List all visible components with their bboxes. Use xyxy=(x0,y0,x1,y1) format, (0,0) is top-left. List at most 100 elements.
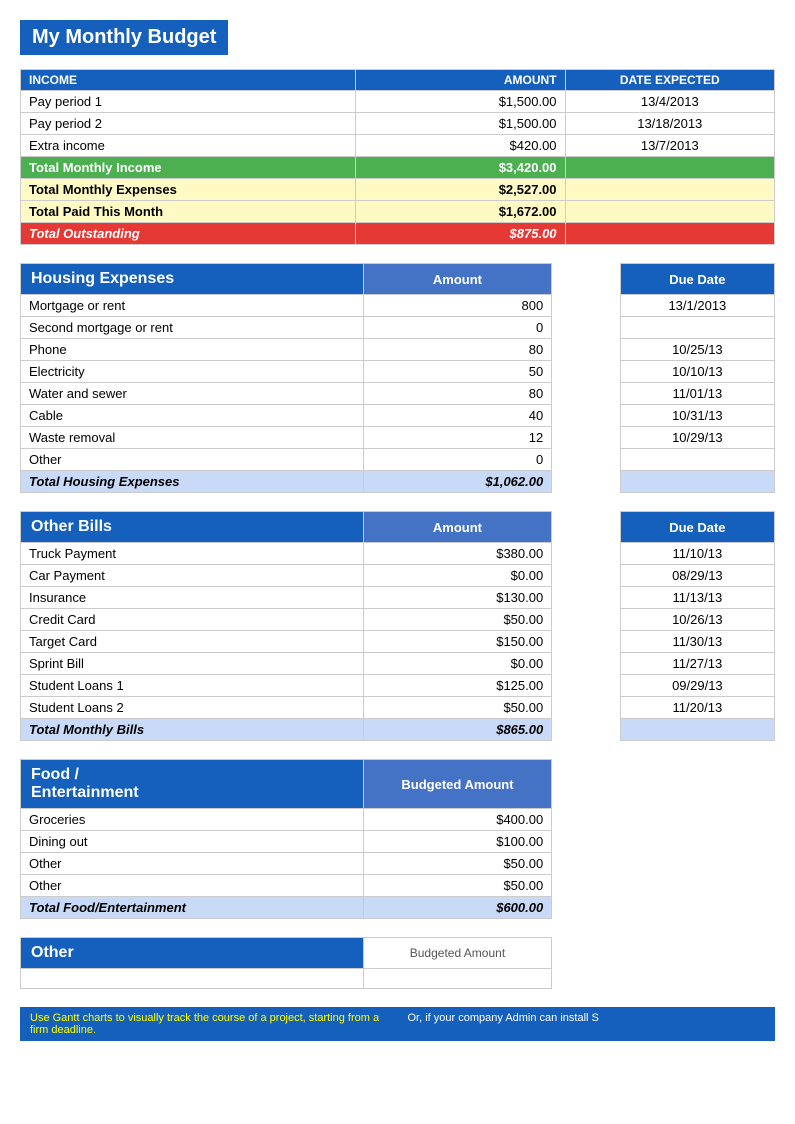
food-row1-amount: $100.00 xyxy=(363,831,552,853)
food-row2-amount: $50.00 xyxy=(363,853,552,875)
housing-row4-date: 11/01/13 xyxy=(620,383,774,405)
income-row2-label: Pay period 2 xyxy=(21,113,356,135)
food-total-gap xyxy=(552,897,775,919)
food-row3-label: Other xyxy=(21,875,364,897)
housing-row7-amount: 0 xyxy=(363,449,552,471)
food-row2-label: Other xyxy=(21,853,364,875)
housing-row5-date: 10/31/13 xyxy=(620,405,774,427)
total-expenses-row: Total Monthly Expenses $2,527.00 xyxy=(21,179,775,201)
bills-row2-date: 11/13/13 xyxy=(620,587,774,609)
bills-row4-amount: $150.00 xyxy=(363,631,552,653)
bills-total-row: Total Monthly Bills $865.00 xyxy=(21,719,775,741)
total-outstanding-empty xyxy=(565,223,774,245)
total-outstanding-row: Total Outstanding $875.00 xyxy=(21,223,775,245)
bills-row-1: Car Payment $0.00 08/29/13 xyxy=(21,565,775,587)
income-col3-header: Date Expected xyxy=(565,70,774,91)
page-title: My Monthly Budget xyxy=(20,20,228,55)
housing-row-5: Cable 40 10/31/13 xyxy=(21,405,775,427)
housing-total-amount: $1,062.00 xyxy=(363,471,552,493)
other-header-row: Other Budgeted Amount xyxy=(21,938,775,969)
housing-title: Housing Expenses xyxy=(21,264,364,295)
bills-title: Other Bills xyxy=(21,512,364,543)
bills-row-5: Sprint Bill $0.00 11/27/13 xyxy=(21,653,775,675)
bills-row3-label: Credit Card xyxy=(21,609,364,631)
housing-total-label: Total Housing Expenses xyxy=(21,471,364,493)
food-row0-gap xyxy=(552,809,775,831)
housing-row-0: Mortgage or rent 800 13/1/2013 xyxy=(21,295,775,317)
bills-row4-label: Target Card xyxy=(21,631,364,653)
housing-total-gap xyxy=(552,471,621,493)
income-row3-date: 13/7/2013 xyxy=(565,135,774,157)
bills-row1-label: Car Payment xyxy=(21,565,364,587)
food-row3-amount: $50.00 xyxy=(363,875,552,897)
other-section-table: Other Budgeted Amount xyxy=(20,937,775,989)
total-paid-label: Total Paid This Month xyxy=(21,201,356,223)
bills-row7-label: Student Loans 2 xyxy=(21,697,364,719)
bills-row5-label: Sprint Bill xyxy=(21,653,364,675)
housing-row0-label: Mortgage or rent xyxy=(21,295,364,317)
housing-row4-amount: 80 xyxy=(363,383,552,405)
other-section-gap xyxy=(552,938,775,969)
bills-amount-header: Amount xyxy=(363,512,552,543)
housing-row5-amount: 40 xyxy=(363,405,552,427)
housing-row5-gap xyxy=(552,405,621,427)
food-row-3: Other $50.00 xyxy=(21,875,775,897)
food-total-row: Total Food/Entertainment $600.00 xyxy=(21,897,775,919)
bills-row3-date: 10/26/13 xyxy=(620,609,774,631)
bills-row-3: Credit Card $50.00 10/26/13 xyxy=(21,609,775,631)
total-outstanding-amount: $875.00 xyxy=(356,223,565,245)
bottom-banner: Use Gantt charts to visually track the c… xyxy=(20,1007,775,1041)
housing-total-row: Total Housing Expenses $1,062.00 xyxy=(21,471,775,493)
bills-row-2: Insurance $130.00 11/13/13 xyxy=(21,587,775,609)
income-row1-date: 13/4/2013 xyxy=(565,91,774,113)
bills-gap xyxy=(552,512,621,543)
income-col1-header: INCOME xyxy=(21,70,356,91)
housing-duedate-header: Due Date xyxy=(620,264,774,295)
total-income-amount: $3,420.00 xyxy=(356,157,565,179)
housing-amount-header: Amount xyxy=(363,264,552,295)
total-paid-amount: $1,672.00 xyxy=(356,201,565,223)
housing-row6-date: 10/29/13 xyxy=(620,427,774,449)
income-row2-amount: $1,500.00 xyxy=(356,113,565,135)
income-row1-amount: $1,500.00 xyxy=(356,91,565,113)
food-row1-label: Dining out xyxy=(21,831,364,853)
food-header-row: Food / Entertainment Budgeted Amount xyxy=(21,760,775,809)
housing-row7-label: Other xyxy=(21,449,364,471)
bills-row0-gap xyxy=(552,543,621,565)
housing-row0-date: 13/1/2013 xyxy=(620,295,774,317)
income-table: INCOME Amount Date Expected Pay period 1… xyxy=(20,69,775,245)
housing-row7-gap xyxy=(552,449,621,471)
food-row-0: Groceries $400.00 xyxy=(21,809,775,831)
bills-row5-date: 11/27/13 xyxy=(620,653,774,675)
housing-row1-gap xyxy=(552,317,621,339)
other-section-empty1 xyxy=(21,969,364,989)
bills-row-7: Student Loans 2 $50.00 11/20/13 xyxy=(21,697,775,719)
other-section-amount-header: Budgeted Amount xyxy=(363,938,552,969)
total-paid-empty xyxy=(565,201,774,223)
bills-row2-gap xyxy=(552,587,621,609)
bills-row3-gap xyxy=(552,609,621,631)
housing-row2-gap xyxy=(552,339,621,361)
housing-row0-gap xyxy=(552,295,621,317)
bills-row1-date: 08/29/13 xyxy=(620,565,774,587)
bills-row2-label: Insurance xyxy=(21,587,364,609)
total-income-empty xyxy=(565,157,774,179)
housing-row-3: Electricity 50 10/10/13 xyxy=(21,361,775,383)
bills-total-date xyxy=(620,719,774,741)
bills-row2-amount: $130.00 xyxy=(363,587,552,609)
food-title: Food / Entertainment xyxy=(21,760,364,809)
bills-row7-gap xyxy=(552,697,621,719)
bills-row0-date: 11/10/13 xyxy=(620,543,774,565)
housing-row4-gap xyxy=(552,383,621,405)
income-header-row: INCOME Amount Date Expected xyxy=(21,70,775,91)
bills-total-gap xyxy=(552,719,621,741)
food-row-1: Dining out $100.00 xyxy=(21,831,775,853)
income-col2-header: Amount xyxy=(356,70,565,91)
housing-row4-label: Water and sewer xyxy=(21,383,364,405)
housing-row6-label: Waste removal xyxy=(21,427,364,449)
housing-row1-amount: 0 xyxy=(363,317,552,339)
housing-row7-date xyxy=(620,449,774,471)
bills-row6-gap xyxy=(552,675,621,697)
bills-row-0: Truck Payment $380.00 11/10/13 xyxy=(21,543,775,565)
food-gap xyxy=(552,760,775,809)
